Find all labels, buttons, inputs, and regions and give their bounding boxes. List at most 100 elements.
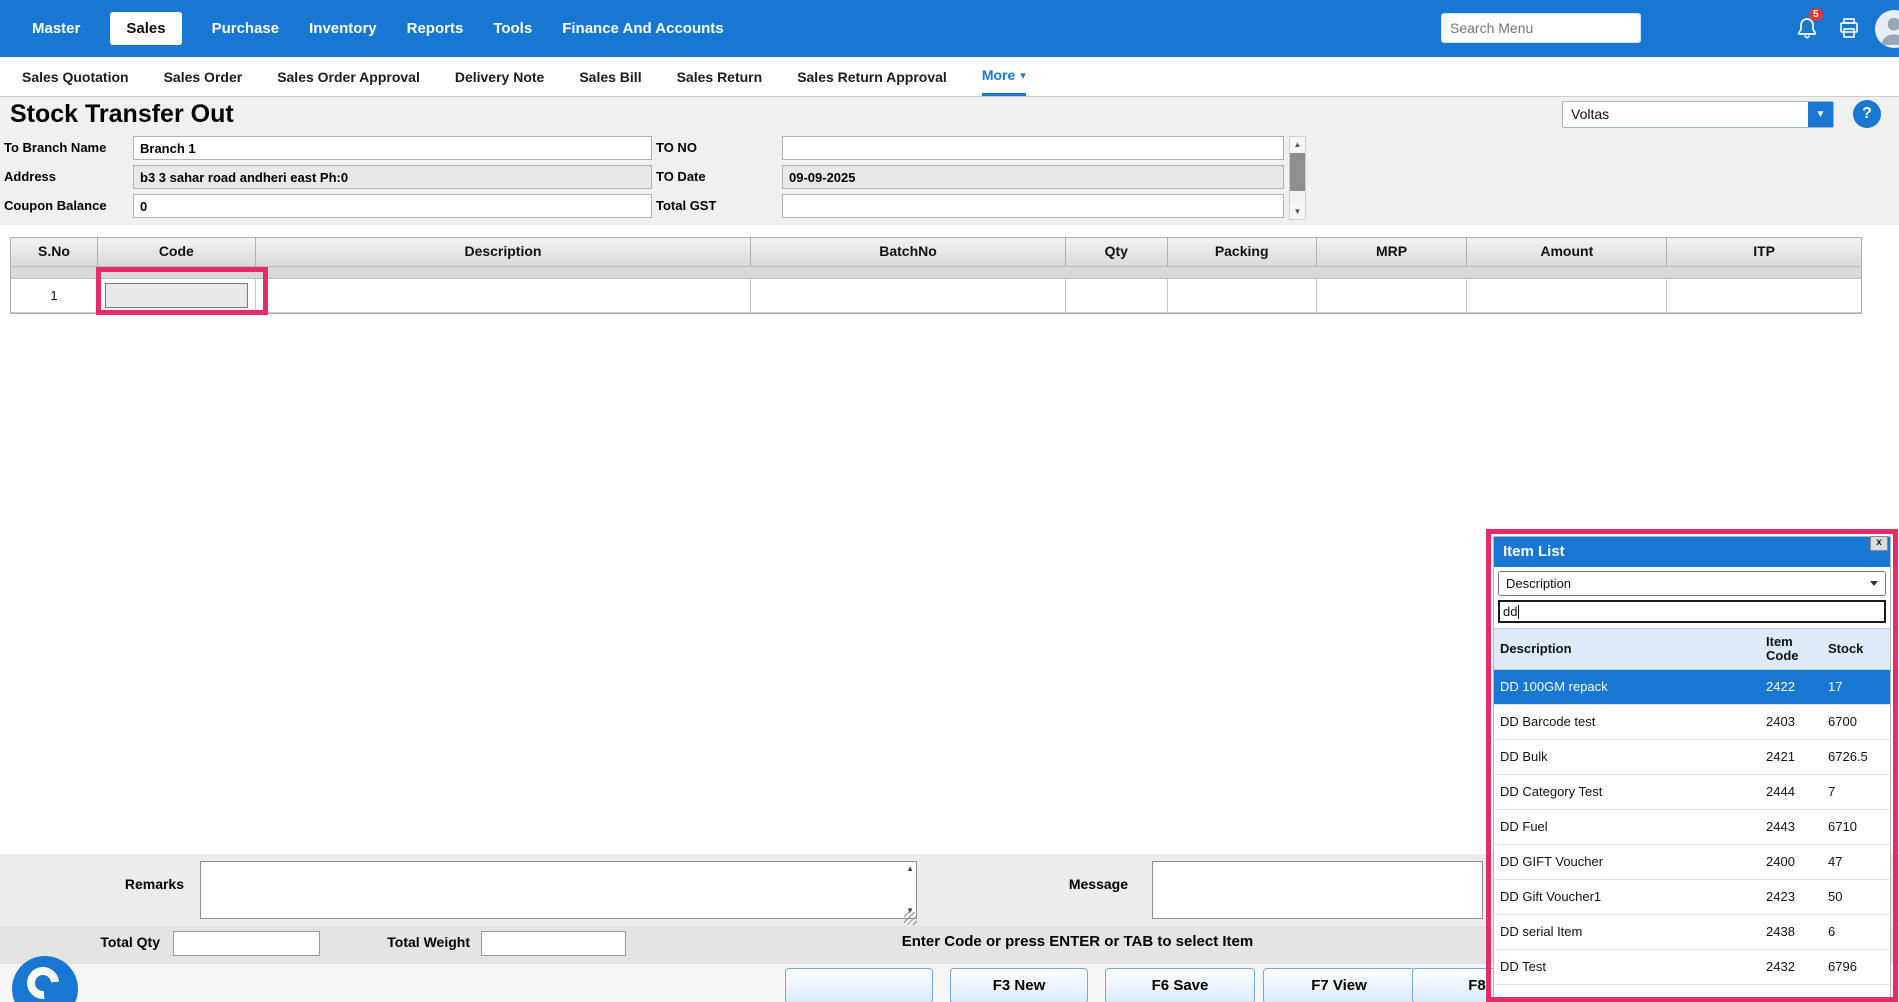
nav-purchase[interactable]: Purchase [212,20,280,37]
subnav-sales-return-approval[interactable]: Sales Return Approval [797,57,947,96]
batchno-cell [751,279,1066,313]
item-list-row[interactable]: DD Bulk 2421 6726.5 [1494,740,1890,775]
item-list-row[interactable]: DD serial Item 2438 6 [1494,915,1890,950]
brand-logo-mark [20,960,65,1002]
to-no-label: TO NO [656,136,778,160]
item-code: 2400 [1766,855,1828,869]
packing-cell [1168,279,1317,313]
subnav-sales-order-approval[interactable]: Sales Order Approval [277,57,420,96]
subnav-sales-bill[interactable]: Sales Bill [579,57,641,96]
subnav-sales-order[interactable]: Sales Order [164,57,243,96]
item-stock: 7 [1828,785,1886,799]
scrollbar-thumb[interactable] [1290,153,1305,191]
item-code: 2422 [1766,680,1828,694]
col-header-description: Description [256,238,751,266]
filter-by-value: Description [1506,576,1571,591]
mrp-cell [1317,279,1468,313]
item-stock: 6726.5 [1828,750,1886,764]
blank-button[interactable] [785,968,933,1002]
grid-row: 1 [11,279,1861,313]
subnav-sales-quotation[interactable]: Sales Quotation [22,57,129,96]
f6-save-button[interactable]: F6 Save [1105,968,1255,1002]
subnav-delivery-note[interactable]: Delivery Note [455,57,544,96]
print-icon[interactable] [1837,16,1861,40]
close-icon[interactable]: x [1870,536,1888,551]
itp-cell [1667,279,1861,313]
item-description: DD Fuel [1494,820,1766,834]
item-stock: 6710 [1828,820,1886,834]
col-header-sno: S.No [11,238,98,266]
description-cell [256,279,751,313]
nav-sales[interactable]: Sales [110,12,181,45]
item-code: 2438 [1766,925,1828,939]
to-branch-label: To Branch Name [4,136,130,160]
company-select[interactable]: Voltas ▼ [1562,101,1834,128]
to-no-input[interactable] [782,136,1284,160]
sales-subnav: Sales Quotation Sales Order Sales Order … [0,57,1899,97]
to-branch-input[interactable] [133,136,652,160]
col-header-batchno: BatchNo [751,238,1066,266]
f7-view-button[interactable]: F7 View [1263,968,1415,1002]
search-menu-input[interactable] [1441,13,1641,43]
user-avatar[interactable] [1875,10,1899,48]
notification-badge: 5 [1809,8,1823,21]
nav-inventory[interactable]: Inventory [309,20,377,37]
nav-master[interactable]: Master [32,20,80,37]
dropdown-arrow-icon[interactable]: ▼ [1808,102,1833,127]
code-input[interactable] [105,283,248,308]
col-header-code: Code [98,238,256,266]
code-cell [98,279,256,313]
item-list-title: Item List [1494,537,1890,567]
total-weight-input[interactable] [481,931,626,956]
message-label: Message [1028,876,1128,892]
item-list-row[interactable]: DD Fuel 2443 6710 [1494,810,1890,845]
item-list-row[interactable]: DD Gift Voucher1 2423 50 [1494,880,1890,915]
text-cursor [1518,605,1519,619]
item-code: 2444 [1766,785,1828,799]
item-code: 2432 [1766,960,1828,974]
item-search-input[interactable]: dd [1498,600,1886,623]
resize-grip-icon[interactable] [904,912,917,925]
coupon-balance-input[interactable] [133,194,652,218]
item-list-row[interactable]: DD Category Test 2444 7 [1494,775,1890,810]
item-stock: 17 [1828,680,1886,694]
item-search-value: dd [1503,604,1517,619]
address-label: Address [4,165,130,189]
remarks-textarea[interactable] [201,862,916,918]
col-header-item-code: Item Code [1766,635,1828,664]
address-input[interactable] [133,165,652,189]
total-gst-input[interactable] [782,194,1284,218]
filter-by-select[interactable]: Description [1498,571,1886,596]
help-icon[interactable]: ? [1853,100,1881,128]
total-qty-input[interactable] [173,931,320,956]
nav-finance-and-accounts[interactable]: Finance And Accounts [562,20,723,37]
col-header-amount: Amount [1467,238,1667,266]
message-textarea[interactable] [1153,862,1482,918]
item-stock: 6796 [1828,960,1886,974]
item-list-row[interactable]: DD GIFT Voucher 2400 47 [1494,845,1890,880]
subnav-more-label: More [982,67,1015,83]
total-gst-label: Total GST [656,194,778,218]
f3-new-button[interactable]: F3 New [950,968,1088,1002]
item-list-popup: Item List x Description dd Description I… [1493,536,1891,1002]
item-list-row[interactable]: DD 100GM repack 2422 17 [1494,670,1890,705]
subnav-sales-return[interactable]: Sales Return [677,57,763,96]
item-description: DD Barcode test [1494,715,1766,729]
scroll-down-button[interactable]: ▼ [1290,204,1305,219]
col-header-stock: Stock [1828,642,1886,656]
grid-header: S.No Code Description BatchNo Qty Packin… [11,238,1861,266]
form-scrollbar[interactable]: ▲ ▼ [1289,136,1306,220]
chevron-down-icon: ▾ [1020,69,1026,82]
notification-bell-icon[interactable]: 5 [1795,15,1821,41]
item-list-row[interactable]: DD Barcode test 2403 6700 [1494,705,1890,740]
item-description: DD Test [1494,960,1766,974]
to-date-input[interactable] [782,165,1284,189]
scroll-up-button[interactable]: ▲ [1290,137,1305,152]
item-list-row[interactable]: DD Test 2432 6796 [1494,950,1890,985]
nav-tools[interactable]: Tools [493,20,532,37]
nav-reports[interactable]: Reports [407,20,464,37]
subnav-more[interactable]: More ▾ [982,57,1026,96]
textarea-scroll-up-icon[interactable]: ▲ [906,865,914,873]
col-header-qty: Qty [1066,238,1168,266]
total-weight-label: Total Weight [375,934,470,950]
